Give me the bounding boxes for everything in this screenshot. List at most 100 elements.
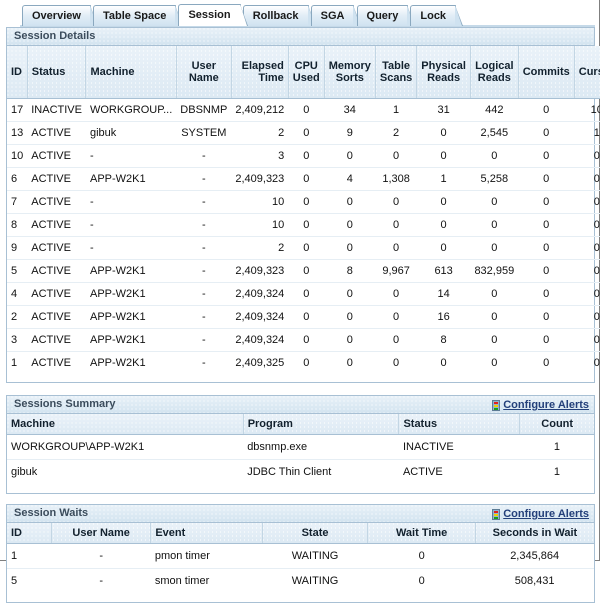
cell-7: 1,308 xyxy=(375,167,417,191)
cell-9: 0 xyxy=(470,282,519,306)
cell-0: 5 xyxy=(11,575,18,587)
cell-6: 0 xyxy=(324,144,376,168)
column-header-6: Memory Sorts xyxy=(324,46,376,99)
session-details-row[interactable]: 9ACTIVE--200000000 xyxy=(7,236,600,260)
cell-7: 0 xyxy=(375,305,417,329)
cell-11: 0 xyxy=(574,190,600,214)
cell-6: 34 xyxy=(324,98,376,122)
session-waits-configure-alerts[interactable]: Configure Alerts xyxy=(492,506,589,523)
cell-11: 0 xyxy=(574,282,600,306)
session-waits-row[interactable]: 1- pmon timer WAITING 0 2,345,864 xyxy=(7,543,594,569)
cell-8: 8 xyxy=(416,328,471,352)
session-details-row[interactable]: 10ACTIVE--300000000 xyxy=(7,144,600,168)
tab-sga[interactable]: SGA xyxy=(310,5,362,26)
cell-1: ACTIVE xyxy=(27,213,86,237)
session-details-panel: Session Details ID Status Machine User Name… xyxy=(6,27,600,383)
cell-7: 2 xyxy=(375,121,417,145)
tab-table-space[interactable]: Table Space xyxy=(92,5,184,26)
cell-3: SYSTEM xyxy=(176,121,232,145)
cell-8: 0 xyxy=(416,121,471,145)
cell-8: 0 xyxy=(416,144,471,168)
column-header-1: User Name xyxy=(51,523,152,544)
cell-1: ACTIVE xyxy=(27,305,86,329)
cell-8: 31 xyxy=(416,98,471,122)
cell-6: 0 xyxy=(324,305,376,329)
traffic-light-icon xyxy=(492,509,501,520)
traffic-light-icon xyxy=(492,400,501,411)
sessions-summary-footpad xyxy=(7,484,594,493)
column-header-4: Wait Time xyxy=(367,523,476,544)
cell-4: 2,409,324 xyxy=(231,328,289,352)
cell-0: 7 xyxy=(7,190,28,214)
cell-6: 0 xyxy=(324,328,376,352)
tab-overview[interactable]: Overview xyxy=(22,5,98,26)
cell-5: 2,345,864 xyxy=(475,543,594,569)
cell-1: ACTIVE xyxy=(27,236,86,260)
session-details-row[interactable]: 7ACTIVE--1000000000 xyxy=(7,190,600,214)
tab-session[interactable]: Session xyxy=(178,4,248,26)
cell-0: 17 xyxy=(7,98,28,122)
session-details-row[interactable]: 4ACTIVEAPP-W2K1-2,409,324000140000 xyxy=(7,282,600,306)
cell-0: 1 xyxy=(11,357,18,369)
tab-rollback[interactable]: Rollback xyxy=(242,5,316,26)
cell-7: 0 xyxy=(375,282,417,306)
session-waits-row[interactable]: 5 - smon timer WAITING 0 508,431 xyxy=(7,569,594,594)
session-waits-header: Session Waits Configure Alerts xyxy=(7,505,594,523)
cell-7: 0 xyxy=(375,236,417,260)
configure-alerts-link[interactable]: Configure Alerts xyxy=(503,397,589,414)
cell-5: 0 xyxy=(288,213,325,237)
cell-10: 0 xyxy=(518,236,575,260)
cell-1: INACTIVE xyxy=(27,98,86,122)
cell-9: 0 xyxy=(491,357,498,369)
cell-6: 0 xyxy=(324,282,376,306)
cell-10: 0 xyxy=(518,328,575,352)
sessions-summary-row[interactable]: WORKGROUP\APP-W2K1 dbsnmp.exe INACTIVE 1 xyxy=(7,434,594,460)
cell-5: 0 xyxy=(288,236,325,260)
cell-2: ACTIVE xyxy=(402,466,443,478)
cell-0: WORKGROUP\APP-W2K1 xyxy=(7,434,244,460)
cell-4: 2,409,324 xyxy=(231,305,289,329)
session-details-row[interactable]: 6 ACTIVE APP-W2K1-2,409,323 0 4 1,308 1 5,258 0 0… xyxy=(7,167,600,191)
cell-11: 0 xyxy=(574,167,600,191)
cell-5: 0 xyxy=(303,357,310,369)
cell-9: 0 xyxy=(470,190,519,214)
session-details-row[interactable]: 13ACTIVEgibukSYSTEM209202,54501100 xyxy=(7,121,600,145)
cell-1: ACTIVE xyxy=(27,190,86,214)
session-details-filler xyxy=(7,374,594,382)
cell-4: 2,409,325 xyxy=(235,357,285,369)
column-header-3: User Name xyxy=(176,46,232,99)
cell-1: ACTIVE xyxy=(27,167,86,191)
session-details-row[interactable]: 3ACTIVEAPP-W2K1-2,409,32400080000 xyxy=(7,328,600,352)
cell-3: DBSNMP xyxy=(176,98,232,122)
cell-10: 0 xyxy=(518,259,575,283)
cell-4: 10 xyxy=(231,190,289,214)
column-header-3: Count xyxy=(519,414,594,435)
session-waits-footpad xyxy=(7,593,594,602)
column-header-4: Elapsed Time xyxy=(231,46,289,99)
cell-0: 4 xyxy=(7,282,28,306)
cell-11: 1 xyxy=(574,121,600,145)
sessions-summary-configure-alerts[interactable]: Configure Alerts xyxy=(492,397,589,414)
session-details-row[interactable]: 1ACTIVEAPP-W2K1-2,409,32500000000 xyxy=(7,352,600,375)
tab-lock[interactable]: Lock xyxy=(410,5,463,26)
column-header-0: Machine xyxy=(7,414,244,435)
column-header-11: Cursor xyxy=(574,46,600,99)
cell-0: 9 xyxy=(7,236,28,260)
cell-4: 0 xyxy=(418,575,425,587)
session-details-row[interactable]: 2ACTIVEAPP-W2K1-2,409,324000160000 xyxy=(7,305,600,329)
cell-10: 0 xyxy=(518,167,575,191)
configure-alerts-link[interactable]: Configure Alerts xyxy=(503,506,589,523)
cell-3: WAITING xyxy=(262,543,368,569)
cell-10: 0 xyxy=(518,305,575,329)
session-waits-table: ID User Name Event State Wait Time Seconds in… xyxy=(7,523,594,593)
tab-query[interactable]: Query xyxy=(356,5,416,26)
table-header-row: ID User Name Event State Wait Time Seconds in… xyxy=(7,523,594,544)
session-details-row[interactable]: 5 ACTIVE APP-W2K1-2,409,323 0 8 9,967 613 832,9… xyxy=(7,259,600,283)
session-details-row[interactable]: 8ACTIVE--1000000000 xyxy=(7,213,600,237)
cell-1: ACTIVE xyxy=(27,259,86,283)
sessions-summary-row[interactable]: gibuk JDBC Thin Client ACTIVE 1 xyxy=(7,460,594,485)
cell-1: ACTIVE xyxy=(31,357,71,369)
column-header-2: Status xyxy=(398,414,521,435)
cell-2: APP-W2K1 xyxy=(85,328,177,352)
session-details-row[interactable]: 17 INACTIVE WORKGROUP... DBSNMP 2,409,212 0 34… xyxy=(7,98,600,122)
